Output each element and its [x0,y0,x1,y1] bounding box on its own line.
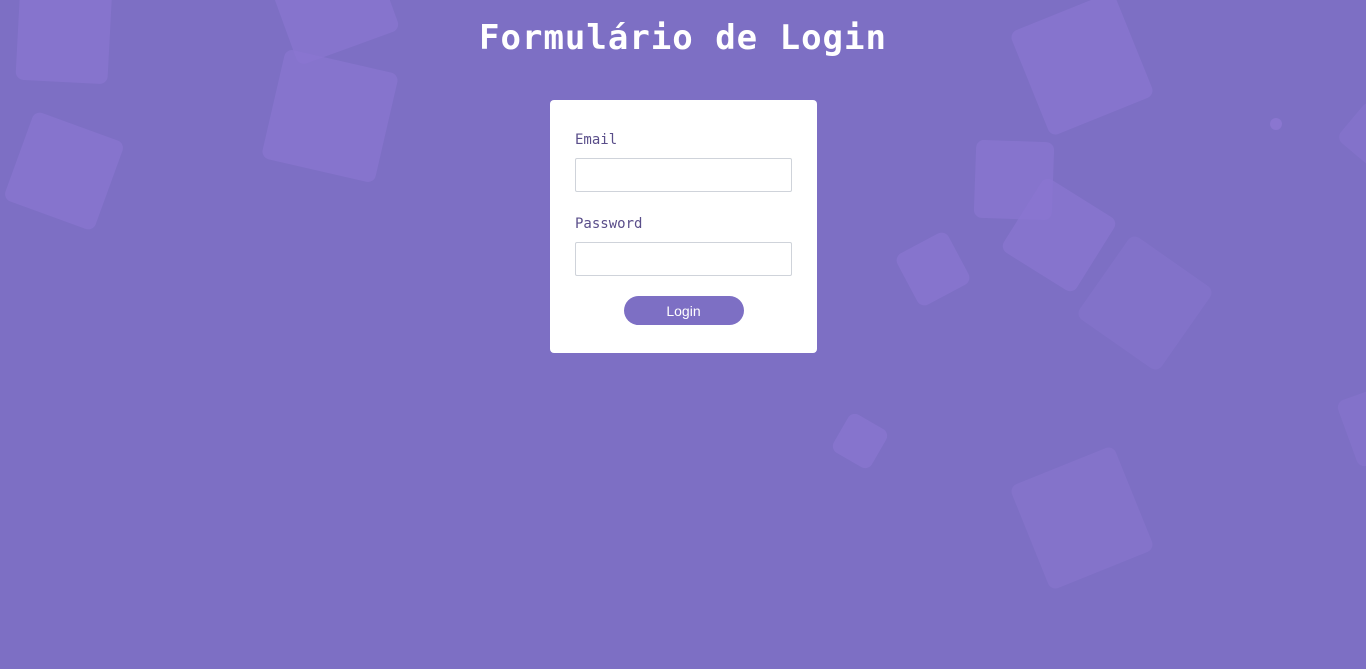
background-square [1335,99,1366,171]
background-dot [1270,118,1282,130]
password-field[interactable] [575,242,792,276]
background-square [1009,445,1155,591]
login-button[interactable]: Login [623,296,744,325]
login-form: Email Password Login [550,100,817,353]
password-label: Password [575,216,643,232]
background-square [1335,385,1366,469]
background-square [260,48,400,184]
background-square [893,229,973,309]
background-square [2,110,126,232]
login-page: Formulário de Login Email Password Login [0,0,1366,669]
email-label: Email [575,132,618,148]
background-square [829,410,891,472]
page-title: Formulário de Login [479,18,887,58]
email-field[interactable] [575,158,792,192]
